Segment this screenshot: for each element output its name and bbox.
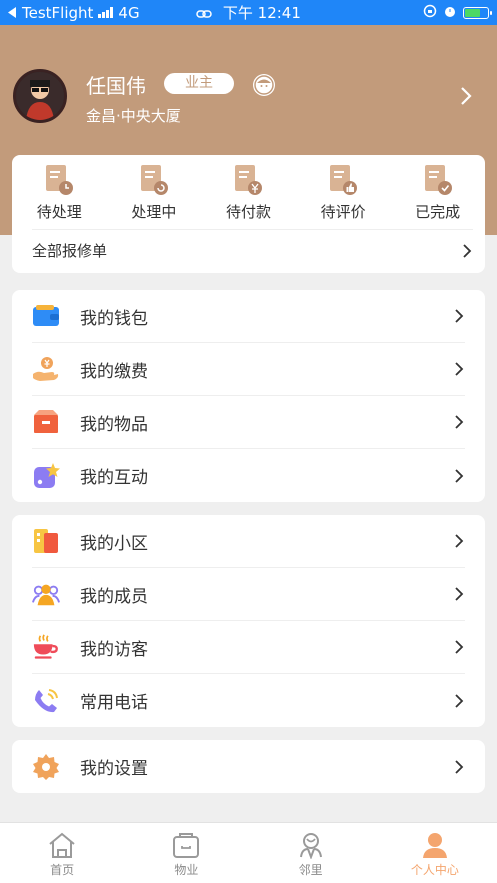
completed-order-icon [424,165,452,195]
tab-profile[interactable]: 个人中心 [373,823,497,883]
chevron-right-icon [455,309,464,323]
payment-icon [32,355,60,383]
all-repair-orders-row[interactable]: 全部报修单 [32,229,473,271]
menu-item-interactions[interactable]: 我的互动 [32,449,465,502]
avatar[interactable] [13,69,67,123]
menu-item-items[interactable]: 我的物品 [32,396,465,449]
settings-gear-icon [32,753,60,781]
menu-item-label: 我的钱包 [80,308,148,329]
order-status-pending[interactable]: 待处理 [24,163,94,222]
link-icon [196,5,212,23]
all-repair-orders-label: 全部报修单 [32,242,108,260]
clock: 下午 12:41 [222,4,301,22]
items-box-icon [32,408,60,436]
menu-item-visitors[interactable]: 我的访客 [32,621,465,674]
menu-item-phones[interactable]: 常用电话 [32,674,465,727]
order-status-to-review[interactable]: 待评价 [308,163,378,222]
status-bar: TestFlight 4G 下午 12:41 [0,0,497,25]
tab-neighbors[interactable]: 邻里 [249,823,373,883]
back-app-label[interactable]: TestFlight [22,4,93,22]
menu-group-community: 我的小区 我的成员 我的访客 常用电话 [12,515,485,727]
role-badge: 业主 [164,73,234,94]
wallet-icon [32,302,60,330]
menu-item-label: 我的成员 [80,586,148,607]
order-status-unpaid[interactable]: 待付款 [213,163,283,222]
alarm-icon [443,4,457,22]
chevron-right-icon [455,415,464,429]
user-address: 金昌·中央大厦 [86,107,181,125]
chevron-right-icon[interactable] [458,85,474,107]
order-status-label: 待处理 [36,203,82,221]
phone-icon [32,687,60,715]
tab-label: 邻里 [298,863,323,877]
processing-order-icon [140,165,168,195]
profile-icon [422,833,447,858]
menu-item-label: 我的缴费 [80,361,148,382]
unpaid-order-icon [235,165,263,195]
tab-label: 物业 [174,863,199,877]
menu-item-members[interactable]: 我的成员 [32,568,465,621]
menu-group-personal: 我的钱包 我的缴费 我的物品 我的互动 [12,290,485,502]
bottom-tab-bar: 首页 物业 邻里 个人中心 [0,822,497,883]
tab-label: 个人中心 [410,863,459,877]
pending-order-icon [46,165,74,195]
menu-item-payments[interactable]: 我的缴费 [32,343,465,396]
home-icon [49,832,75,858]
chevron-right-icon [455,587,464,601]
menu-item-label: 我的互动 [80,468,148,488]
order-status-processing[interactable]: 处理中 [119,163,189,222]
visitor-cup-icon [32,633,60,661]
members-icon [32,580,60,608]
to-review-order-icon [330,165,358,195]
chevron-right-icon [455,640,464,654]
order-status-completed[interactable]: 已完成 [403,163,473,222]
neighbor-icon [299,833,322,859]
menu-item-label: 我的小区 [80,533,148,554]
face-icon [253,74,275,96]
interaction-icon [32,462,60,490]
chevron-right-icon [455,693,464,708]
property-icon [173,833,200,858]
menu-item-settings[interactable]: 我的设置 [32,740,465,793]
signal-icon [98,7,114,18]
tab-home[interactable]: 首页 [0,823,124,883]
back-arrow-icon[interactable] [8,4,17,22]
profile-section[interactable]: 任国伟 业主 金昌·中央大厦 [0,25,497,155]
repair-orders-card: 待处理 处理中 待付款 待评价 已完成 全部报修单 [12,155,485,273]
order-status-label: 已完成 [415,203,461,221]
menu-item-label: 我的物品 [80,414,148,435]
menu-item-wallet[interactable]: 我的钱包 [32,290,465,343]
menu-group-settings: 我的设置 [12,740,485,793]
menu-item-label: 常用电话 [80,693,148,713]
menu-item-label: 我的访客 [80,639,148,660]
chevron-right-icon [455,362,464,376]
user-name: 任国伟 [86,74,146,98]
chevron-right-icon [455,534,464,548]
menu-item-label: 我的设置 [80,759,148,779]
chevron-right-icon [455,759,464,774]
rotation-lock-icon [423,4,437,22]
tab-property[interactable]: 物业 [124,823,248,883]
tab-label: 首页 [50,863,75,877]
community-icon [32,527,60,555]
chevron-right-icon [463,243,472,258]
menu-item-community[interactable]: 我的小区 [32,515,465,568]
network-label: 4G [118,3,140,22]
order-status-label: 处理中 [131,203,177,221]
order-status-label: 待评价 [320,203,366,221]
order-status-label: 待付款 [225,203,271,221]
battery-icon [463,6,492,19]
chevron-right-icon [455,468,464,483]
